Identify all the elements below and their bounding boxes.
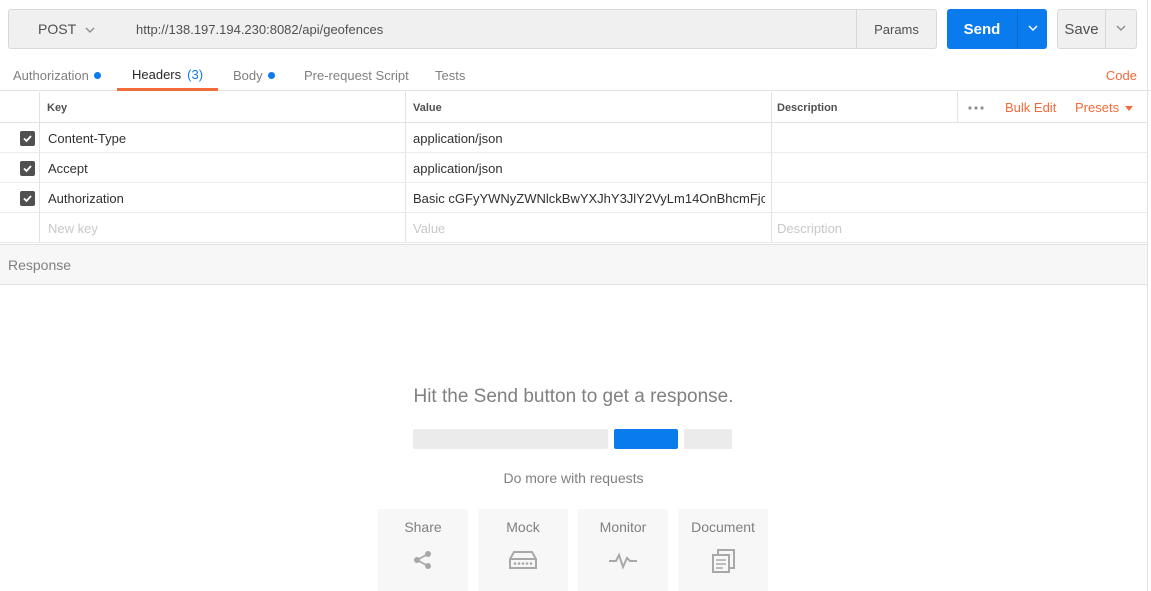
modified-dot-icon	[93, 72, 101, 79]
presets-label: Presets	[1075, 100, 1120, 115]
card-label: Document	[691, 519, 755, 535]
tab-authorization[interactable]: Authorization	[13, 60, 101, 91]
check-icon	[23, 135, 32, 143]
tab-headers[interactable]: Headers (3)	[117, 60, 218, 91]
save-dropdown-button[interactable]	[1105, 9, 1137, 49]
caret-down-icon	[1125, 100, 1134, 115]
table-row: Accept application/json	[0, 153, 1147, 183]
share-icon	[412, 549, 434, 574]
document-card[interactable]: Document	[678, 509, 768, 591]
method-label: POST	[38, 21, 77, 37]
bulk-edit-button[interactable]: Bulk Edit	[1005, 92, 1056, 123]
send-dropdown-button[interactable]	[1017, 9, 1047, 49]
more-with-requests-label: Do more with requests	[503, 470, 644, 486]
tab-body[interactable]: Body	[233, 60, 275, 91]
card-label: Monitor	[599, 519, 647, 535]
tab-tests[interactable]: Tests	[435, 60, 465, 91]
presets-dropdown[interactable]: Presets	[1075, 92, 1134, 123]
more-options-icon[interactable]	[967, 92, 985, 123]
share-card[interactable]: Share	[378, 509, 468, 591]
check-icon	[23, 165, 32, 173]
chevron-down-icon	[84, 23, 96, 39]
row-checkbox[interactable]	[20, 161, 35, 176]
new-description-input[interactable]: Description	[777, 213, 1137, 243]
chevron-down-icon	[1115, 22, 1127, 37]
code-link[interactable]: Code	[1106, 68, 1137, 83]
header-key-input[interactable]: Accept	[48, 153, 398, 183]
tab-label: Headers	[132, 66, 182, 82]
save-button[interactable]: Save	[1057, 9, 1106, 49]
mock-card[interactable]: Mock	[478, 509, 568, 591]
response-section-header[interactable]: Response	[0, 244, 1147, 285]
header-value-input[interactable]: application/json	[413, 153, 765, 183]
column-header-value: Value	[413, 101, 442, 114]
empty-response-hint: Hit the Send button to get a response.	[413, 386, 734, 407]
headers-table: Key Value Description Bulk Edit Presets …	[0, 92, 1147, 243]
column-header-key: Key	[47, 101, 68, 114]
header-value-input[interactable]: application/json	[413, 123, 765, 153]
table-header: Key Value Description Bulk Edit Presets	[0, 92, 1147, 123]
new-key-input[interactable]: New key	[48, 213, 398, 243]
params-button[interactable]: Params	[856, 9, 937, 49]
document-icon	[710, 549, 736, 576]
tab-pre-request-script[interactable]: Pre-request Script	[304, 60, 409, 91]
row-checkbox[interactable]	[20, 131, 35, 146]
table-row: Content-Type application/json	[0, 123, 1147, 153]
header-value-input[interactable]: Basic cGFyYWNyZWNlckBwYXJhY3JlY2VyLm14On…	[413, 183, 765, 213]
header-description-input[interactable]	[777, 183, 1137, 213]
placeholder-bar-accent	[614, 429, 678, 449]
new-value-input[interactable]: Value	[413, 213, 765, 243]
tab-label: Body	[233, 68, 263, 83]
tab-label: Tests	[435, 68, 466, 83]
row-checkbox[interactable]	[20, 191, 35, 206]
tab-label: Authorization	[13, 68, 89, 83]
modified-dot-icon	[267, 72, 275, 79]
header-description-input[interactable]	[777, 123, 1137, 153]
window-edge	[1147, 0, 1148, 591]
request-tabs: Authorization Headers (3) Body Pre-reque…	[0, 60, 1151, 91]
method-select[interactable]: POST	[8, 9, 125, 49]
monitor-pulse-icon	[608, 549, 638, 574]
chevron-down-icon	[1027, 22, 1039, 37]
table-row: Authorization Basic cGFyYWNyZWNlckBwYXJh…	[0, 183, 1147, 213]
header-key-input[interactable]: Content-Type	[48, 123, 398, 153]
mock-server-icon	[508, 549, 538, 574]
tab-count-badge: (3)	[187, 66, 204, 82]
url-input[interactable]: http://138.197.194.230:8082/api/geofence…	[124, 9, 857, 49]
card-label: Mock	[506, 519, 540, 535]
table-row-new: New key Value Description	[0, 213, 1147, 243]
placeholder-bar	[684, 429, 732, 449]
card-label: Share	[404, 519, 442, 535]
header-description-input[interactable]	[777, 153, 1137, 183]
send-button[interactable]: Send	[947, 9, 1017, 49]
monitor-card[interactable]: Monitor	[578, 509, 668, 591]
check-icon	[23, 195, 32, 203]
placeholder-bar	[413, 429, 608, 449]
tab-label: Pre-request Script	[304, 68, 409, 83]
request-url-bar: POST http://138.197.194.230:8082/api/geo…	[8, 9, 1137, 49]
header-key-input[interactable]: Authorization	[48, 183, 398, 213]
column-header-description: Description	[777, 101, 838, 114]
